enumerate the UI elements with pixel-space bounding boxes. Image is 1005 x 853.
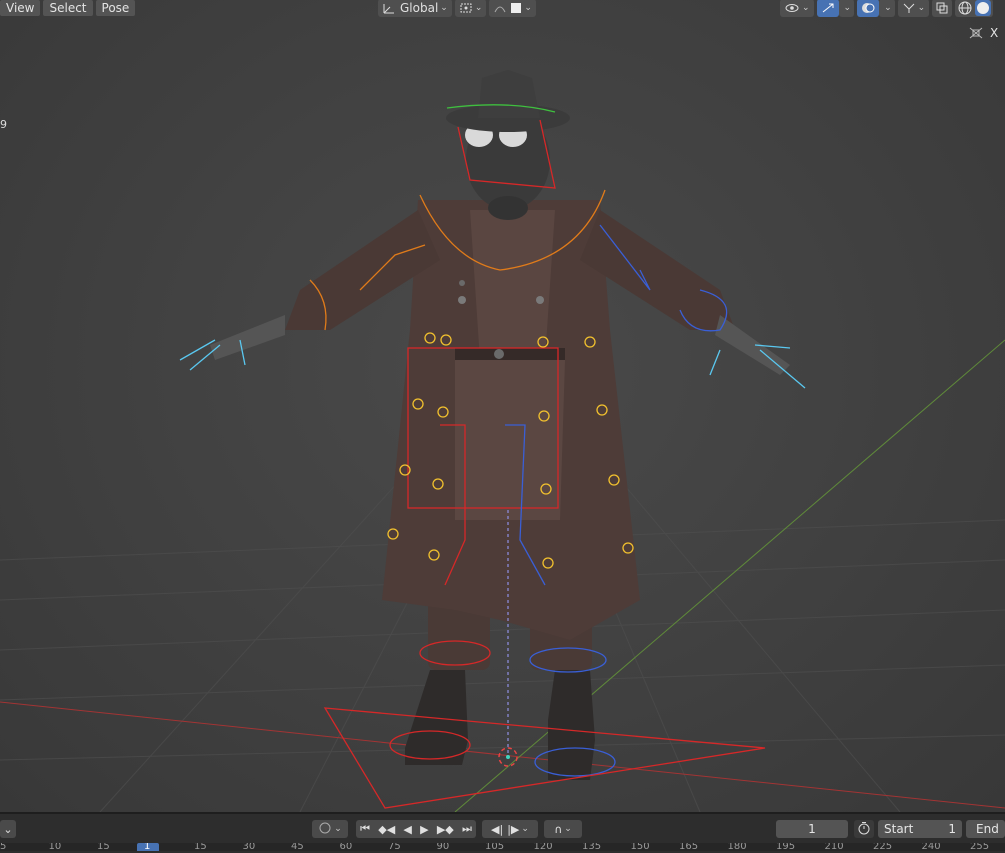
- x-axis-line: [0, 701, 1005, 809]
- snapping-icon: [510, 2, 522, 14]
- shading-modes[interactable]: [955, 0, 994, 17]
- character-model[interactable]: [210, 70, 790, 780]
- xray-icon: [936, 2, 948, 14]
- jump-end-icon[interactable]: ⏭: [462, 822, 472, 836]
- ruler-tick-label: 165: [679, 843, 699, 851]
- scene-canvas[interactable]: [0, 0, 1005, 812]
- start-frame-field[interactable]: Start 1: [878, 820, 962, 838]
- snapping-magnet-icon: ∩: [554, 822, 563, 836]
- play-reverse-icon[interactable]: ◀: [403, 823, 411, 836]
- ruler-tick-label: 30: [242, 843, 256, 851]
- side-info-text: 9: [0, 118, 7, 131]
- visibility-icon: [784, 2, 800, 14]
- ruler-tick-label: 5: [0, 843, 7, 851]
- chevron-down-icon: ⌄: [802, 3, 810, 13]
- auto-keying-dropdown[interactable]: ∩ ⌄: [544, 820, 582, 838]
- transform-orientation-icon: [382, 2, 396, 14]
- chevron-down-icon: ⌄: [843, 3, 852, 13]
- end-label: End: [976, 822, 999, 836]
- bone-display-icon: [902, 2, 916, 14]
- menu-pose[interactable]: Pose: [95, 0, 136, 16]
- ruler-tick-label: 15: [97, 843, 110, 851]
- transform-orientation-dropdown[interactable]: Global ⌄: [378, 0, 452, 17]
- visibility-dropdown[interactable]: ⌄: [780, 0, 814, 17]
- close-sidebar-button[interactable]: X: [990, 26, 998, 40]
- snapping-toggle[interactable]: ⌄: [489, 0, 536, 17]
- ruler-tick-label: 1: [144, 843, 151, 851]
- chevron-down-icon: ⌄: [884, 3, 892, 13]
- pivot-point-dropdown[interactable]: ⌄: [454, 0, 487, 17]
- chevron-down-icon: ⌄: [524, 3, 532, 13]
- current-frame-field[interactable]: 1: [776, 820, 848, 838]
- ruler-tick-label: 240: [921, 843, 941, 851]
- gizmo-icon: [821, 2, 835, 14]
- hide-toolbar-icon[interactable]: [968, 26, 984, 40]
- next-marker-icon[interactable]: |▶: [507, 823, 519, 836]
- proportional-editing-icon: [493, 2, 507, 14]
- ruler-tick-label: 180: [727, 843, 747, 851]
- ruler-tick-label: 225: [873, 843, 893, 851]
- ruler-tick-label: 105: [485, 843, 505, 851]
- play-icon[interactable]: ▶: [420, 823, 428, 836]
- ruler-tick-label: 135: [582, 843, 602, 851]
- ruler-tick-label: 195: [776, 843, 796, 851]
- record-icon: [318, 821, 332, 838]
- timeline-menu-dropdown[interactable]: ⌄: [0, 820, 16, 838]
- bone-display-dropdown[interactable]: ⌄: [897, 0, 930, 17]
- ruler-tick-label: 75: [388, 843, 401, 851]
- end-frame-field[interactable]: End: [966, 820, 1005, 838]
- playback-controls: ⏮ ◆◀ ◀ ▶ ▶◆ ⏭: [356, 820, 476, 838]
- ruler-tick-label: 150: [630, 843, 650, 851]
- gizmo-toggle[interactable]: [816, 0, 839, 17]
- ruler-tick-label: 45: [291, 843, 304, 851]
- stopwatch-icon: [857, 821, 871, 838]
- timeline-ruler[interactable]: 5 10 15 1 15 30 45 60 75 90 105 120 135 150 165 180 195 2…: [0, 843, 1005, 851]
- xray-toggle[interactable]: [932, 0, 953, 17]
- next-keyframe-icon[interactable]: ▶◆: [437, 823, 454, 836]
- ruler-tick-label: 255: [970, 843, 990, 851]
- ruler-tick-label: 120: [533, 843, 553, 851]
- ruler-tick-label: 10: [48, 843, 62, 851]
- chevron-down-icon: ⌄: [474, 3, 483, 13]
- chevron-down-icon: ⌄: [334, 824, 342, 834]
- chevron-down-icon: ⌄: [440, 3, 448, 13]
- menu-view[interactable]: View: [0, 0, 41, 16]
- preview-range-toggle[interactable]: [854, 820, 874, 838]
- ruler-tick-label: 15: [194, 843, 207, 851]
- chevron-down-icon: ⌄: [3, 822, 13, 836]
- chevron-down-icon: ⌄: [917, 3, 926, 13]
- menu-select[interactable]: Select: [43, 0, 93, 16]
- prev-marker-icon[interactable]: ◀|: [491, 823, 503, 836]
- chevron-down-icon: ⌄: [564, 824, 572, 834]
- ruler-tick-label: 210: [824, 843, 844, 851]
- ruler-tick-label: 60: [339, 843, 353, 851]
- gizmo-dropdown[interactable]: ⌄: [838, 0, 855, 17]
- wireframe-shading-icon[interactable]: [957, 1, 973, 15]
- 3d-viewport[interactable]: View Select Pose Global ⌄ ⌄ ⌄ ⌄ ⌄ ⌄ ⌄ X …: [0, 0, 1005, 812]
- overlay-icon: [861, 2, 875, 14]
- pivot-point-icon: [459, 2, 473, 14]
- jump-start-icon[interactable]: ⏮: [360, 822, 370, 836]
- keyframe-jump-controls[interactable]: ◀| |▶ ⌄: [482, 820, 538, 838]
- prev-keyframe-icon[interactable]: ◆◀: [378, 823, 395, 836]
- overlay-toggle[interactable]: [857, 0, 880, 17]
- start-label: Start: [884, 822, 914, 836]
- keying-dropdown[interactable]: ⌄: [312, 820, 348, 838]
- chevron-down-icon: ⌄: [521, 824, 529, 834]
- solid-shading-icon[interactable]: [975, 0, 992, 16]
- orientation-label: Global: [400, 1, 439, 15]
- start-value: 1: [948, 822, 956, 836]
- ruler-tick-label: 90: [436, 843, 450, 851]
- overlay-dropdown[interactable]: ⌄: [879, 0, 895, 17]
